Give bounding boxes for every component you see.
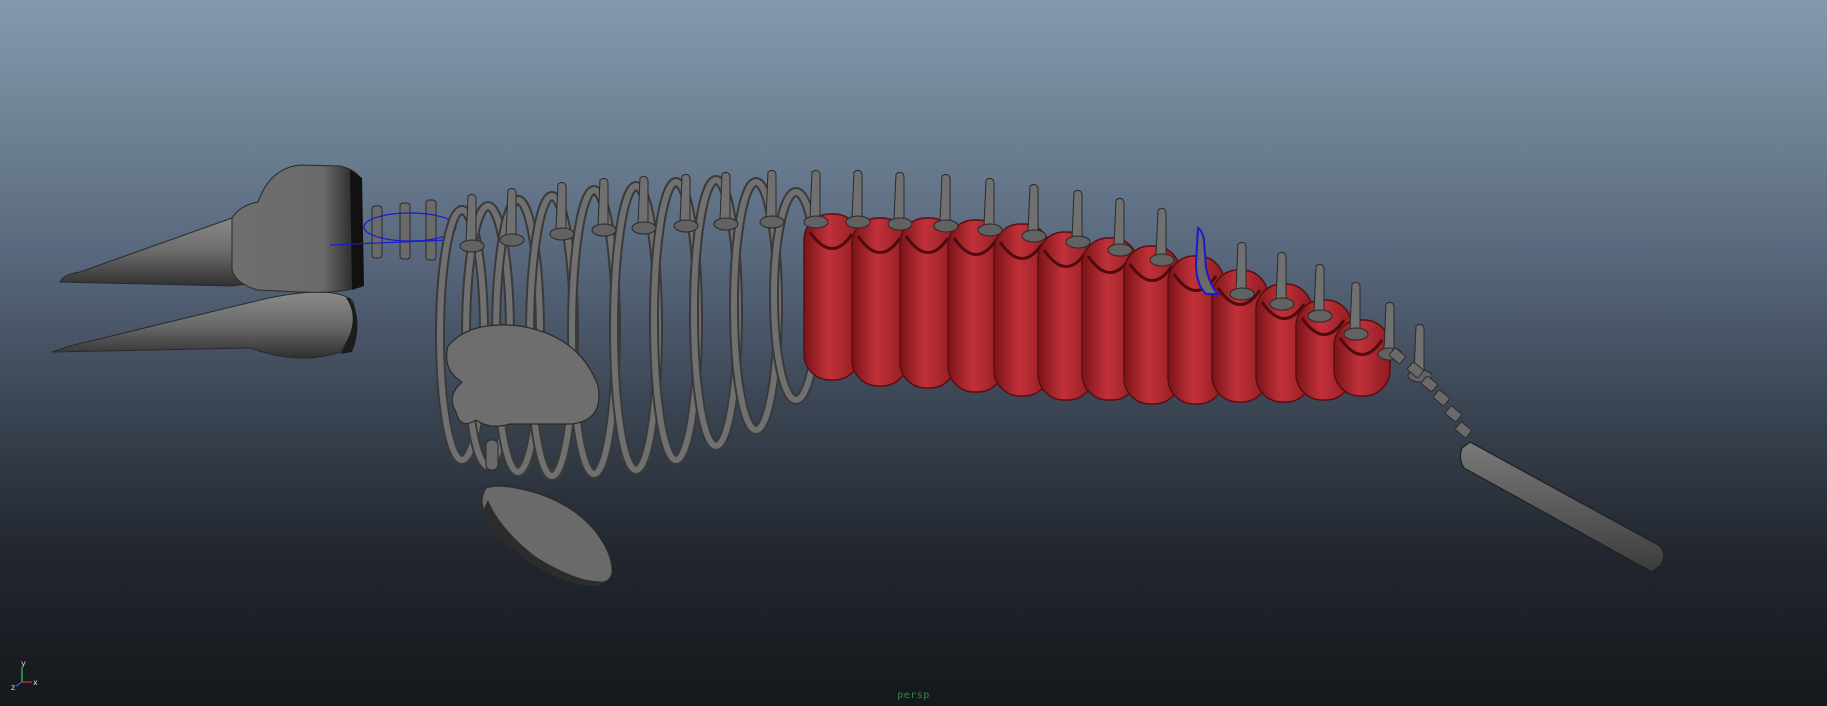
- spinous-process[interactable]: [977, 177, 1003, 237]
- spinous-process[interactable]: [1269, 251, 1295, 311]
- axis-gizmo: y x z: [11, 659, 38, 690]
- spinous-process[interactable]: [845, 169, 871, 229]
- spinous-process[interactable]: [1021, 183, 1047, 243]
- camera-name-label: persp: [897, 690, 930, 701]
- axis-y-label: y: [21, 659, 26, 668]
- selected-ribs[interactable]: [803, 213, 1391, 405]
- tail-vertebrae[interactable]: [1389, 347, 1472, 439]
- tail-vertebra[interactable]: [1433, 389, 1450, 407]
- humerus[interactable]: [485, 439, 499, 471]
- axis-z-label: z: [11, 683, 15, 690]
- tail-vertebra[interactable]: [1445, 405, 1462, 423]
- spinous-process[interactable]: [1307, 263, 1333, 323]
- lower-jaw[interactable]: [51, 291, 358, 359]
- skull[interactable]: [231, 164, 364, 293]
- perspective-viewport[interactable]: y x z persp: [0, 0, 1827, 706]
- spinous-process[interactable]: [1107, 197, 1133, 257]
- spinous-process[interactable]: [933, 173, 959, 233]
- tail-vertebra[interactable]: [1455, 421, 1472, 439]
- whale-skeleton-model[interactable]: [0, 0, 1827, 706]
- spinous-process[interactable]: [549, 181, 575, 241]
- spinous-process[interactable]: [1065, 189, 1091, 249]
- flipper[interactable]: [481, 485, 613, 587]
- tail-fluke[interactable]: [1459, 441, 1665, 573]
- axis-x-label: x: [33, 678, 38, 687]
- spinous-process[interactable]: [887, 171, 913, 231]
- spinous-process[interactable]: [1149, 207, 1175, 267]
